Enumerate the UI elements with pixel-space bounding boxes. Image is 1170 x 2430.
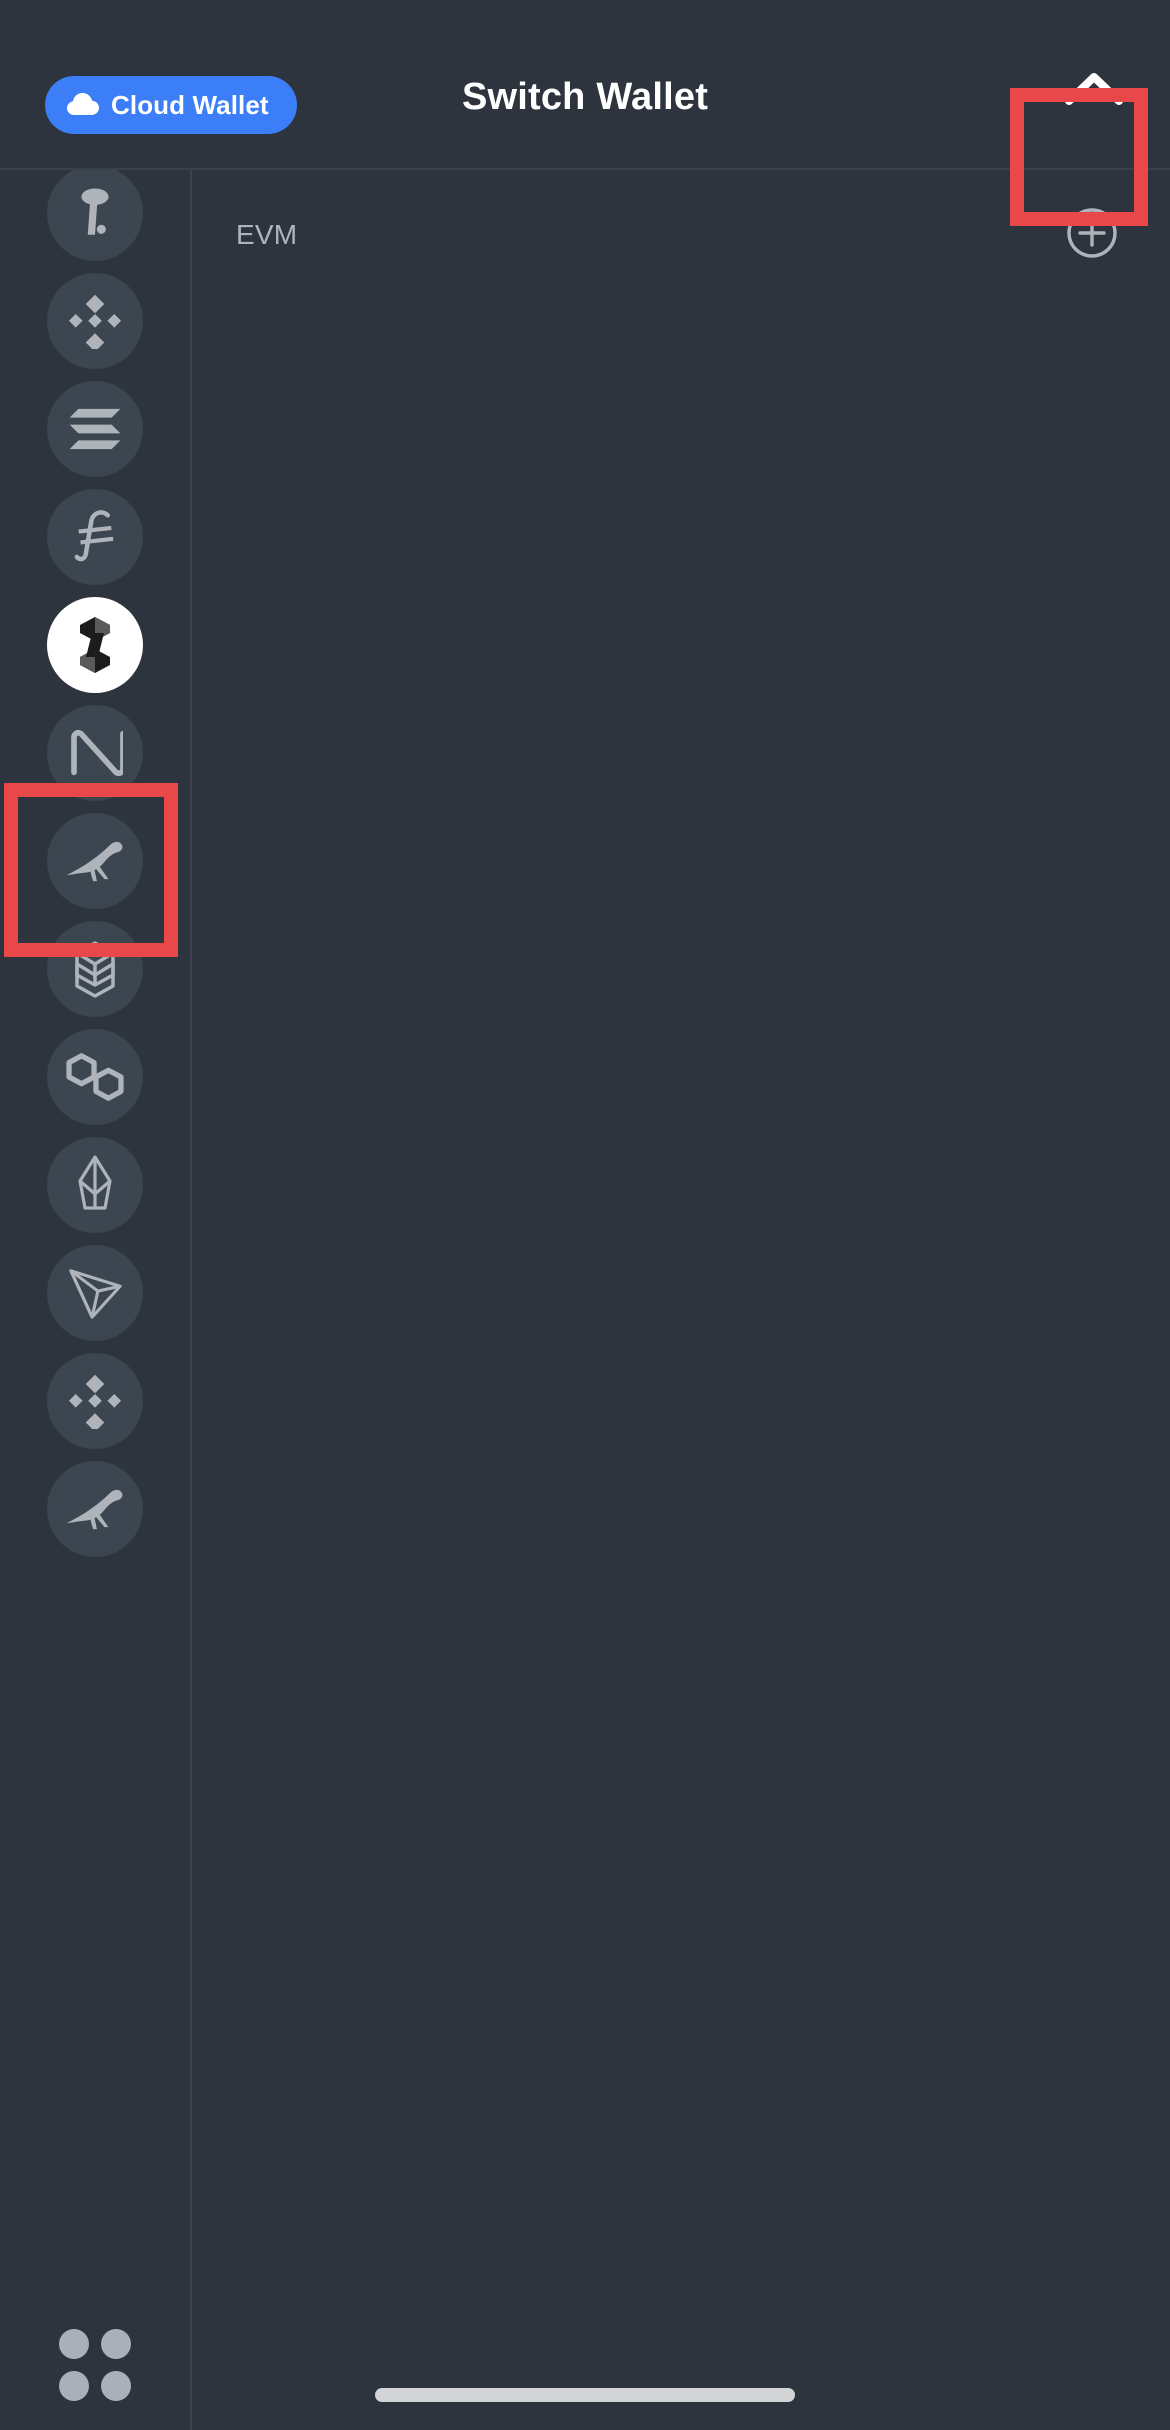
collapse-button[interactable]: [1046, 52, 1142, 128]
wallet-panel: EVM: [194, 170, 1170, 2430]
wallet-group-row: EVM: [194, 170, 1170, 300]
solana-icon: [47, 381, 143, 477]
tron-icon: [47, 1245, 143, 1341]
cloud-icon: [67, 93, 99, 117]
near-icon: [47, 705, 143, 801]
chain-sidebar[interactable]: [0, 170, 192, 2430]
polygon-icon: [47, 1029, 143, 1125]
binance-icon: [47, 273, 143, 369]
kusama-icon: [47, 813, 143, 909]
grid-dots-icon: [59, 2329, 131, 2401]
polkadot-icon: [47, 170, 143, 261]
fantom-icon: [47, 921, 143, 1017]
threshold-icon: [47, 597, 143, 693]
eos-icon: [47, 1137, 143, 1233]
chain-list[interactable]: [0, 170, 190, 2260]
filecoin-icon: [47, 489, 143, 585]
chevron-up-icon: [1065, 71, 1123, 110]
sidebar-scroll-fade: [0, 2260, 190, 2300]
wallet-group-label: EVM: [236, 219, 298, 250]
header-bar: Cloud Wallet Switch Wallet: [0, 0, 1170, 170]
sidebar-item-kusama-2[interactable]: [30, 1444, 160, 1574]
kusama-icon: [47, 1461, 143, 1557]
add-wallet-button[interactable]: [1060, 203, 1124, 267]
plus-circle-icon: [1065, 206, 1119, 265]
binance-icon: [47, 1353, 143, 1449]
home-indicator: [375, 2388, 795, 2402]
cloud-wallet-button[interactable]: Cloud Wallet: [45, 76, 297, 134]
cloud-wallet-label: Cloud Wallet: [111, 89, 269, 120]
all-networks-button[interactable]: [30, 2300, 160, 2430]
switch-wallet-screen: Cloud Wallet Switch Wallet EVM: [0, 0, 1170, 2430]
